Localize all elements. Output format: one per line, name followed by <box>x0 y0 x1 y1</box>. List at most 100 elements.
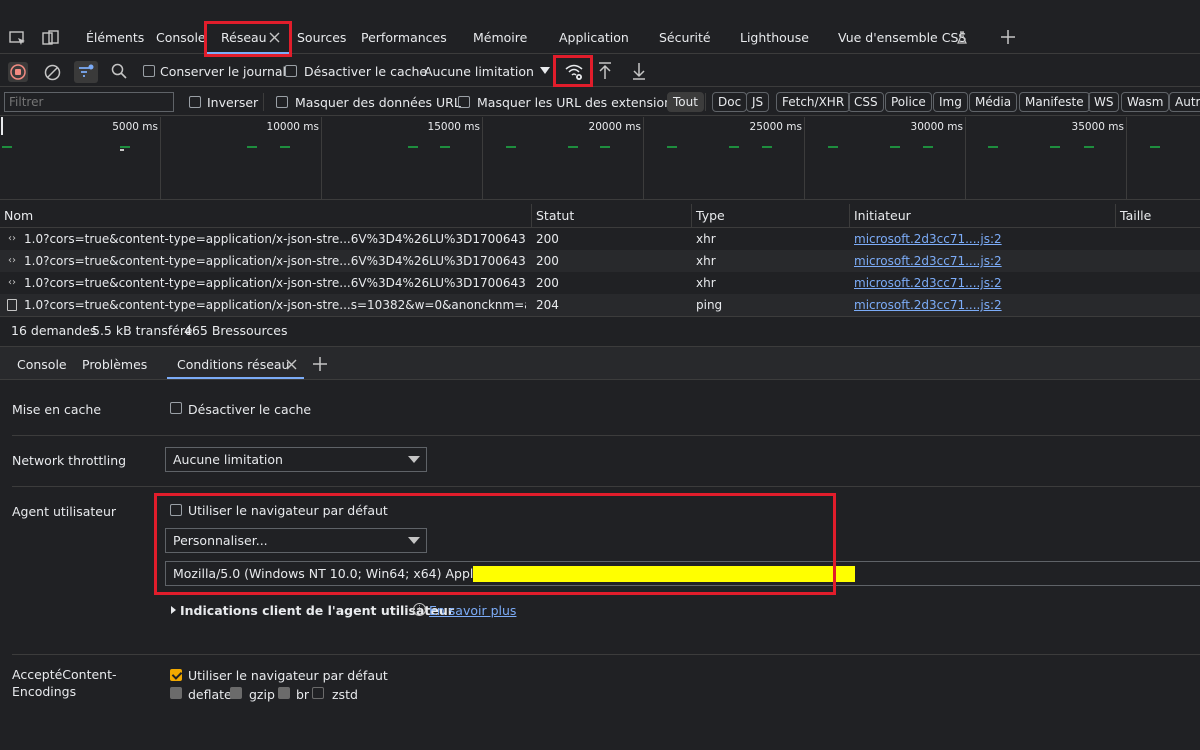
column-header-name[interactable]: Nom <box>4 208 33 223</box>
drawer-tab-console[interactable]: Console <box>17 357 67 372</box>
export-har-icon[interactable] <box>631 61 647 81</box>
type-filter-other[interactable]: Autr <box>1169 92 1200 112</box>
timeline-activity-mark <box>440 146 450 148</box>
type-filter-js[interactable]: JS <box>746 92 770 112</box>
column-header-size[interactable]: Taille <box>1120 208 1151 223</box>
request-status: 204 <box>536 298 559 312</box>
xhr-icon: ‹› <box>8 233 16 244</box>
tab-network[interactable]: Réseau <box>221 30 267 45</box>
tab-css-overview[interactable]: Vue d'ensemble CSS <box>838 30 966 45</box>
deflate-checkbox <box>170 687 182 699</box>
timeline-activity-mark <box>729 146 739 148</box>
type-filter-doc[interactable]: Doc <box>712 92 748 112</box>
conditions-disable-cache-checkbox[interactable] <box>170 402 182 414</box>
drawer-tab-issues[interactable]: Problèmes <box>82 357 147 372</box>
type-filter-css[interactable]: CSS <box>848 92 884 112</box>
record-stop-icon[interactable] <box>8 62 28 82</box>
active-drawer-tab-underline <box>167 377 304 379</box>
drawer-tab-network-conditions[interactable]: Conditions réseau <box>177 357 289 372</box>
close-tab-icon[interactable] <box>268 30 280 44</box>
table-row[interactable]: ‹› 1.0?cors=true&content-type=applicatio… <box>0 250 1200 272</box>
divider <box>263 93 264 111</box>
timeline-tick: 15000 ms <box>427 121 480 133</box>
learn-more-link[interactable]: En savoir plus <box>429 603 516 618</box>
user-agent-label: Agent utilisateur <box>12 504 117 519</box>
column-header-type[interactable]: Type <box>696 208 725 223</box>
throttling-dropdown-arrow[interactable] <box>540 67 550 74</box>
close-drawer-tab-icon[interactable] <box>285 357 297 371</box>
inspect-element-icon[interactable] <box>9 30 27 46</box>
tab-application[interactable]: Application <box>559 30 629 45</box>
invert-checkbox[interactable] <box>189 96 201 108</box>
hide-extension-urls-checkbox[interactable] <box>458 96 470 108</box>
section-divider <box>12 654 1200 655</box>
encodings-label-line2: Encodings <box>12 684 77 699</box>
encodings-default-checkbox[interactable] <box>170 669 182 681</box>
device-toolbar-icon[interactable] <box>42 30 60 46</box>
hide-data-urls-checkbox[interactable] <box>276 96 288 108</box>
type-filter-img[interactable]: Img <box>933 92 968 112</box>
timeline-gridline <box>1126 117 1127 200</box>
zstd-checkbox <box>312 687 324 699</box>
summary-requests: 16 demandes <box>11 323 97 338</box>
filter-icon[interactable] <box>74 61 98 83</box>
table-row[interactable]: ‹› 1.0?cors=true&content-type=applicatio… <box>0 272 1200 294</box>
tab-memory[interactable]: Mémoire <box>473 30 527 45</box>
gzip-label: gzip <box>249 687 275 702</box>
add-tab-icon[interactable] <box>1000 29 1016 45</box>
timeline-activity-mark <box>890 146 900 148</box>
table-row[interactable]: 1.0?cors=true&content-type=application/x… <box>0 294 1200 316</box>
type-filter-all[interactable]: Tout <box>667 92 704 112</box>
type-filter-manifest[interactable]: Manifeste <box>1019 92 1090 112</box>
throttling-dropdown[interactable]: Aucune limitation <box>165 447 427 472</box>
invert-label: Inverser <box>207 95 259 110</box>
timeline-tick: 30000 ms <box>910 121 963 133</box>
expand-triangle-icon[interactable] <box>171 606 176 614</box>
disable-cache-checkbox[interactable] <box>285 65 297 77</box>
import-har-icon[interactable] <box>597 61 613 81</box>
ua-default-checkbox[interactable] <box>170 504 182 516</box>
request-initiator-link[interactable]: microsoft.2d3cc71....js:2 <box>854 250 1002 272</box>
br-label: br <box>296 687 310 702</box>
tab-security[interactable]: Sécurité <box>659 30 711 45</box>
ua-preset-dropdown[interactable]: Personnaliser... <box>165 528 427 553</box>
clear-icon[interactable] <box>42 62 62 82</box>
type-filter-wasm[interactable]: Wasm <box>1121 92 1170 112</box>
type-filter-ws[interactable]: WS <box>1088 92 1120 112</box>
type-filter-font[interactable]: Police <box>885 92 932 112</box>
timeline-tick: 10000 ms <box>266 121 319 133</box>
tab-performance[interactable]: Performances <box>361 30 447 45</box>
tab-elements[interactable]: Éléments <box>86 30 144 45</box>
flask-icon <box>956 30 968 44</box>
zstd-label: zstd <box>332 687 358 702</box>
type-filter-fetch-xhr[interactable]: Fetch/XHR <box>776 92 851 112</box>
request-initiator-link[interactable]: microsoft.2d3cc71....js:2 <box>854 294 1002 316</box>
throttling-select[interactable]: Aucune limitation <box>424 64 534 79</box>
tab-lighthouse[interactable]: Lighthouse <box>740 30 809 45</box>
add-drawer-tab-icon[interactable] <box>313 357 327 371</box>
request-initiator-link[interactable]: microsoft.2d3cc71....js:2 <box>854 228 1002 250</box>
ua-string-input[interactable]: Mozilla/5.0 (Windows NT 10.0; Win64; x64… <box>165 561 1200 586</box>
column-header-initiator[interactable]: Initiateur <box>854 208 911 223</box>
conditions-disable-cache-label: Désactiver le cache <box>188 402 312 417</box>
timeline-gridline <box>160 117 161 200</box>
table-row[interactable]: ‹› 1.0?cors=true&content-type=applicatio… <box>0 228 1200 250</box>
network-conditions-icon[interactable] <box>562 61 586 83</box>
chevron-down-icon <box>408 456 420 463</box>
request-status: 200 <box>536 254 559 268</box>
search-icon[interactable] <box>110 62 128 80</box>
tab-console[interactable]: Console <box>156 30 206 45</box>
hide-extension-urls-label: Masquer les URL des extensions <box>477 95 679 110</box>
timeline-activity-mark <box>1084 146 1094 148</box>
type-filter-media[interactable]: Média <box>969 92 1018 112</box>
timeline-activity-mark <box>1050 146 1060 148</box>
hide-data-urls-label: Masquer des données URL <box>295 95 461 110</box>
info-icon: i <box>413 603 426 616</box>
column-header-status[interactable]: Statut <box>536 208 574 223</box>
timeline-gridline <box>804 117 805 200</box>
filter-input[interactable] <box>4 92 174 112</box>
request-initiator-link[interactable]: microsoft.2d3cc71....js:2 <box>854 272 1002 294</box>
tab-sources[interactable]: Sources <box>297 30 346 45</box>
xhr-icon: ‹› <box>8 277 16 288</box>
preserve-log-checkbox[interactable] <box>143 65 155 77</box>
